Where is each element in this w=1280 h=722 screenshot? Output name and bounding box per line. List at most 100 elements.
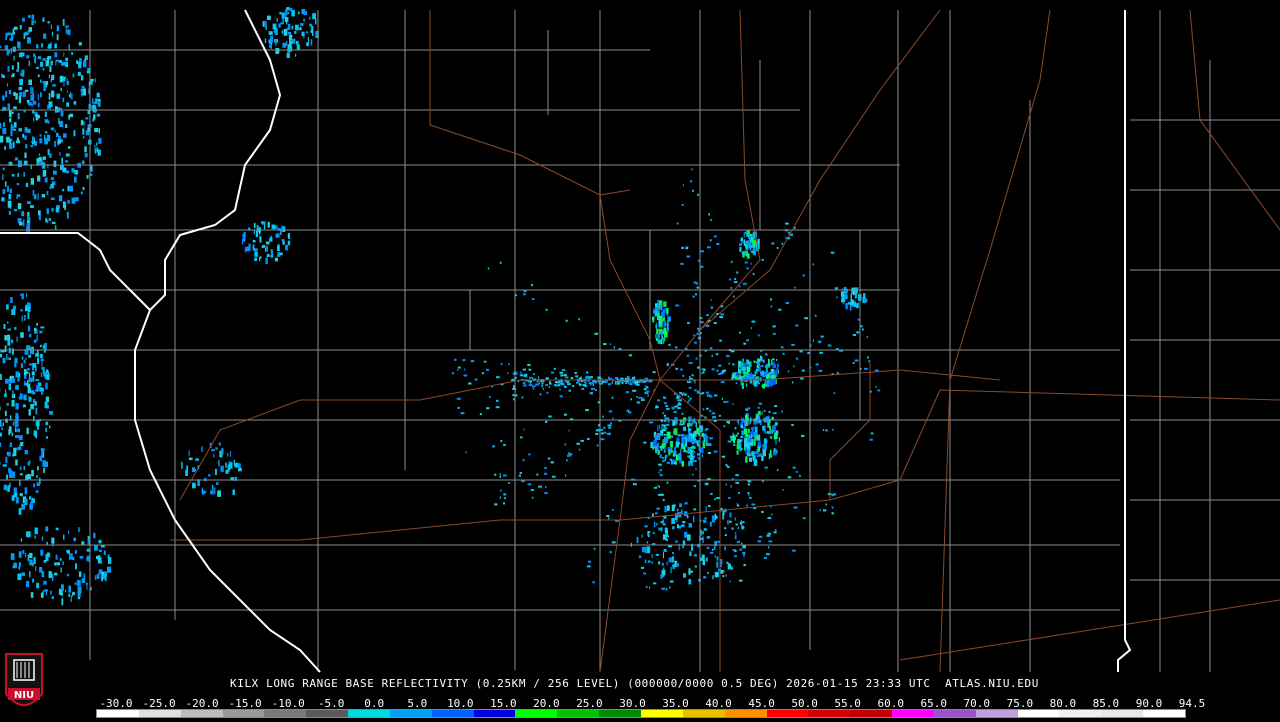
echo-pixel [665,506,667,510]
echo-pixel [750,247,752,251]
echo-pixel [38,115,41,118]
echo-pixel [33,54,35,57]
echo-pixel [694,282,697,284]
echo-pixel [714,322,717,324]
echo-pixel [762,259,764,261]
echo-pixel [706,557,708,561]
echo-pixel [548,416,552,418]
echo-pixel [97,93,100,98]
echo-pixel [545,421,547,423]
echo-pixel [14,27,18,30]
echo-pixel [629,354,632,356]
echo-pixel [287,28,288,30]
echo-pixel [742,552,745,554]
echo-pixel [775,422,777,426]
echo-pixel [47,135,50,142]
echo-pixel [776,367,778,370]
echo-pixel [597,444,599,446]
echo-pixel [694,431,697,437]
echo-pixel [592,381,594,383]
echo-pixel [726,355,730,357]
echo-pixel [5,91,7,97]
echo-pixel [708,452,711,454]
echo-pixel [682,461,685,467]
echo-pixel [579,384,582,386]
echo-pixel [63,19,65,26]
echo-pixel [526,376,527,378]
echo-pixel [500,497,501,499]
echo-pixel [49,571,52,577]
echo-pixel [46,374,50,380]
echo-pixel [660,339,662,344]
echo-pixel [59,121,63,127]
echo-pixel [748,483,750,485]
echo-pixel [759,403,762,405]
echo-pixel [758,334,760,336]
echo-pixel [630,398,632,400]
echo-pixel [723,370,726,372]
echo-pixel [538,486,542,488]
echo-pixel [755,436,758,439]
echo-pixel [560,372,564,374]
echo-pixel [458,407,460,409]
echo-pixel [265,21,267,25]
echo-pixel [769,453,770,459]
echo-pixel [717,557,719,561]
echo-pixel [38,210,41,215]
echo-pixel [18,43,20,49]
echo-pixel [8,33,11,36]
echo-pixel [50,186,53,189]
echo-pixel [83,136,84,138]
echo-pixel [676,520,677,522]
echo-pixel [662,563,664,566]
echo-pixel [285,17,289,22]
echo-pixel [66,29,68,34]
echo-pixel [595,389,596,391]
echo-pixel [591,392,593,394]
echo-pixel [17,194,19,198]
echo-pixel [31,145,34,147]
echo-pixel [712,575,713,579]
echo-pixel [533,373,535,375]
echo-pixel [463,359,466,361]
echo-pixel [603,427,605,429]
echo-pixel [57,25,59,31]
echo-pixel [744,438,747,443]
echo-pixel [270,36,273,43]
echo-pixel [692,374,694,376]
echo-pixel [763,450,767,457]
echo-pixel [58,118,59,124]
echo-pixel [26,183,28,187]
echo-pixel [772,417,774,420]
echo-pixel [854,302,857,306]
reflectivity-colorbar [96,709,1186,718]
echo-pixel [795,325,798,327]
echo-pixel [29,496,31,499]
echo-pixel [548,458,550,460]
echo-pixel [645,560,647,564]
echo-pixel [25,487,28,494]
echo-pixel [770,380,773,387]
echo-pixel [75,170,79,175]
echo-pixel [38,94,39,100]
echo-pixel [33,557,35,564]
echo-pixel [708,505,711,507]
echo-pixel [7,51,9,56]
echo-pixel [13,306,16,310]
echo-pixel [78,527,80,532]
echo-pixel [11,378,15,382]
echo-pixel [659,472,660,474]
echo-pixel [751,327,752,329]
echo-pixel [701,393,702,395]
echo-pixel [710,347,713,349]
echo-pixel [628,382,629,384]
echo-pixel [705,429,707,431]
echo-pixel [756,369,759,372]
echo-pixel [762,426,764,431]
echo-pixel [867,357,869,359]
echo-pixel [37,335,38,341]
echo-pixel [626,391,629,393]
echo-pixel [48,149,50,155]
echo-pixel [96,149,99,153]
echo-pixel [612,417,613,419]
